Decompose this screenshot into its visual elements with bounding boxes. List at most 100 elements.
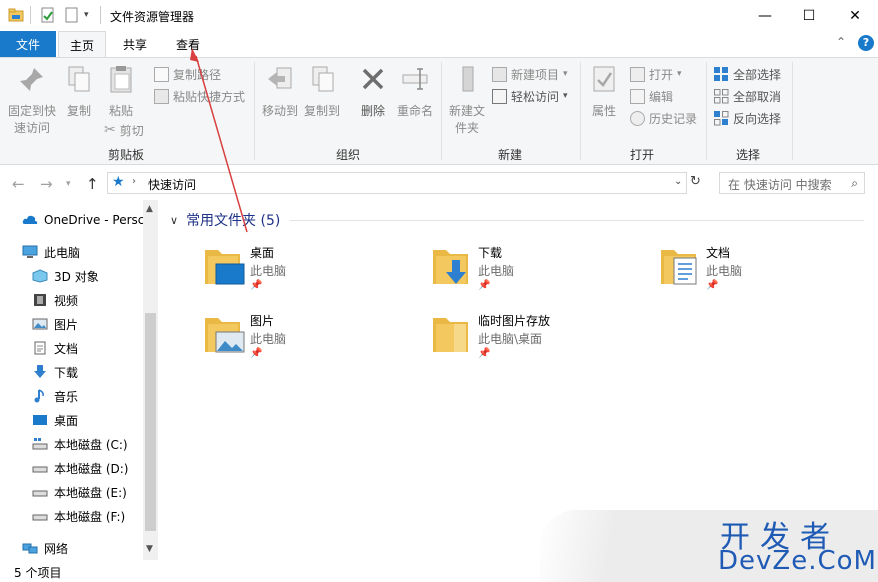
delete-x-icon bbox=[362, 68, 384, 90]
delete-button[interactable]: 删除 bbox=[356, 64, 390, 120]
nav-label: 3D 对象 bbox=[54, 269, 99, 284]
tab-share[interactable]: 共享 bbox=[112, 31, 158, 57]
nav-item-network[interactable]: 网络 bbox=[22, 537, 68, 559]
nav-item-drive-c[interactable]: 本地磁盘 (C:) bbox=[32, 433, 128, 455]
properties-button[interactable]: 属性 bbox=[586, 64, 622, 120]
address-dropdown-icon[interactable]: ⌄ bbox=[674, 176, 682, 187]
collapse-chevron-icon[interactable]: ∨ bbox=[170, 214, 178, 227]
group-separator bbox=[792, 62, 793, 160]
qa-dropdown-icon[interactable]: ▾ bbox=[84, 10, 89, 20]
nav-item-pictures[interactable]: 图片 bbox=[32, 313, 78, 335]
copy-path-label: 复制路径 bbox=[173, 67, 222, 82]
address-row: ← → ▾ ↑ ★ › 快速访问 ⌄ ↻ 在 快速访问 中搜索 ⌕ bbox=[0, 166, 878, 200]
drive-icon bbox=[32, 514, 48, 521]
nav-label: 本地磁盘 (F:) bbox=[54, 509, 126, 524]
folder-temp-pictures[interactable]: 临时图片存放 此电脑\桌面 📌 bbox=[432, 312, 652, 372]
cut-label: 剪切 bbox=[119, 123, 144, 138]
minimize-button[interactable]: — bbox=[742, 0, 788, 31]
scroll-down-icon[interactable]: ▼ bbox=[146, 544, 153, 554]
nav-item-desktop[interactable]: 桌面 bbox=[32, 409, 78, 431]
open-icon bbox=[630, 66, 645, 82]
search-input[interactable]: 在 快速访问 中搜索 ⌕ bbox=[719, 172, 865, 194]
cut-button[interactable]: ✂ 剪切 bbox=[104, 120, 144, 140]
nav-item-this-pc[interactable]: 此电脑 bbox=[22, 241, 80, 263]
breadcrumb[interactable]: 快速访问 bbox=[148, 176, 196, 193]
folder-name: 临时图片存放 bbox=[478, 314, 551, 328]
copy-button[interactable]: 复制 bbox=[62, 64, 96, 120]
nav-item-drive-f[interactable]: 本地磁盘 (F:) bbox=[32, 505, 125, 527]
rename-label: 重命名 bbox=[396, 104, 433, 118]
ribbon-collapse-icon[interactable]: ⌃ bbox=[836, 35, 846, 49]
breadcrumb-chevron-icon[interactable]: › bbox=[132, 176, 136, 187]
open-label: 打开 bbox=[649, 67, 674, 82]
invert-selection-label: 反向选择 bbox=[733, 111, 782, 126]
rename-button[interactable]: 重命名 bbox=[394, 64, 436, 120]
tab-view[interactable]: 查看 bbox=[164, 31, 212, 57]
folder-pictures[interactable]: 图片 此电脑 📌 bbox=[204, 312, 424, 372]
new-folder-quick-icon[interactable] bbox=[64, 7, 80, 23]
explorer-icon bbox=[8, 8, 24, 22]
network-icon bbox=[22, 543, 38, 554]
nav-item-3d-objects[interactable]: 3D 对象 bbox=[32, 265, 99, 287]
folder-location: 此电脑 bbox=[250, 264, 287, 278]
edit-icon bbox=[630, 88, 645, 104]
window-title: 文件资源管理器 bbox=[110, 10, 195, 24]
open-button[interactable]: 打开 ▾ bbox=[630, 64, 682, 84]
folder-documents[interactable]: 文档 此电脑 📌 bbox=[660, 244, 878, 304]
address-bar[interactable]: ★ › 快速访问 ⌄ bbox=[107, 172, 687, 194]
frequent-folders-header[interactable]: ∨ 常用文件夹 (5) bbox=[170, 210, 280, 230]
copy-path-button[interactable]: 复制路径 bbox=[154, 64, 221, 84]
nav-item-documents[interactable]: 文档 bbox=[32, 337, 78, 359]
nav-item-onedrive[interactable]: OneDrive - Persc bbox=[22, 209, 144, 231]
maximize-button[interactable]: ☐ bbox=[786, 0, 832, 31]
nav-item-downloads[interactable]: 下载 bbox=[32, 361, 78, 383]
tab-home[interactable]: 主页 bbox=[58, 31, 106, 58]
nav-label: 此电脑 bbox=[44, 245, 81, 260]
cloud-icon bbox=[22, 215, 38, 224]
ribbon: 固定到快速访问 复制 粘贴 复制路径 粘贴快捷方式 ✂ 剪切 剪贴板 移动到 复… bbox=[0, 57, 878, 165]
copy-to-button[interactable]: 复制到 bbox=[302, 64, 342, 120]
scrollbar-thumb[interactable] bbox=[145, 313, 156, 531]
new-group-label: 新建 bbox=[498, 148, 523, 162]
paste-shortcut-label: 粘贴快捷方式 bbox=[173, 89, 246, 104]
nav-label: 下载 bbox=[54, 365, 79, 380]
new-folder-icon bbox=[462, 66, 474, 92]
nav-item-videos[interactable]: 视频 bbox=[32, 289, 78, 311]
invert-selection-button[interactable]: 反向选择 bbox=[714, 108, 781, 128]
nav-item-music[interactable]: 音乐 bbox=[32, 385, 78, 407]
pin-quick-access-label: 固定到快速访问 bbox=[7, 104, 56, 135]
refresh-icon[interactable]: ↻ bbox=[690, 174, 701, 189]
folder-downloads[interactable]: 下载 此电脑 📌 bbox=[432, 244, 652, 304]
history-button[interactable]: 历史记录 bbox=[630, 108, 697, 128]
forward-arrow-icon[interactable]: → bbox=[40, 175, 53, 193]
move-to-button[interactable]: 移动到 bbox=[260, 64, 300, 120]
clipboard-icon bbox=[110, 66, 132, 93]
properties-quick-icon[interactable] bbox=[40, 7, 56, 23]
nav-item-drive-e[interactable]: 本地磁盘 (E:) bbox=[32, 481, 127, 503]
easy-access-button[interactable]: 轻松访问 ▾ bbox=[492, 86, 568, 106]
pinned-icon: 📌 bbox=[478, 280, 491, 291]
history-label: 历史记录 bbox=[649, 111, 698, 126]
new-item-button[interactable]: 新建项目 ▾ bbox=[492, 64, 568, 84]
recent-locations-icon[interactable]: ▾ bbox=[66, 179, 71, 189]
paste-button[interactable]: 粘贴 bbox=[104, 64, 138, 120]
folder-desktop[interactable]: 桌面 此电脑 📌 bbox=[204, 244, 424, 304]
pin-quick-access-button[interactable]: 固定到快速访问 bbox=[6, 64, 58, 137]
close-button[interactable]: ✕ bbox=[832, 0, 878, 31]
nav-item-drive-d[interactable]: 本地磁盘 (D:) bbox=[32, 457, 128, 479]
up-arrow-icon[interactable]: ↑ bbox=[86, 175, 99, 193]
help-icon[interactable]: ? bbox=[858, 35, 874, 51]
select-none-button[interactable]: 全部取消 bbox=[714, 86, 781, 106]
back-arrow-icon[interactable]: ← bbox=[12, 175, 25, 193]
select-group-label: 选择 bbox=[736, 148, 761, 162]
select-all-button[interactable]: 全部选择 bbox=[714, 64, 781, 84]
new-folder-button[interactable]: 新建文件夹 bbox=[446, 64, 488, 137]
tab-file[interactable]: 文件 bbox=[0, 31, 56, 57]
easy-access-dropdown-icon: ▾ bbox=[563, 91, 568, 101]
paste-shortcut-button[interactable]: 粘贴快捷方式 bbox=[154, 86, 245, 106]
edit-button[interactable]: 编辑 bbox=[630, 86, 673, 106]
nav-scrollbar[interactable]: ▲ ▼ bbox=[143, 200, 158, 560]
scroll-up-icon[interactable]: ▲ bbox=[146, 204, 153, 214]
folder-location: 此电脑\桌面 bbox=[478, 332, 543, 346]
downloads-folder-icon bbox=[433, 250, 468, 284]
